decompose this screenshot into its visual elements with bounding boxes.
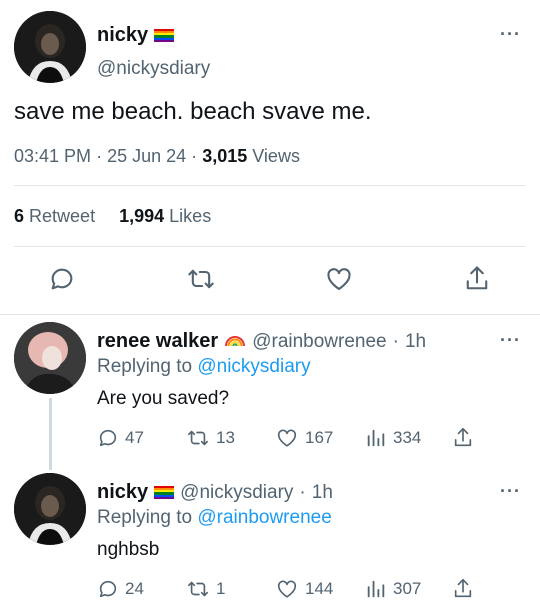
reply-author-handle[interactable]: @rainbowrenee (252, 331, 386, 353)
replying-to-link[interactable]: @nickysdiary (197, 356, 310, 377)
replying-label: Replying to (97, 507, 193, 528)
replying-to: Replying to @nickysdiary (97, 356, 311, 378)
retweet-icon[interactable] (186, 578, 210, 600)
pride-flag-icon (154, 29, 175, 42)
retweet-count: 13 (216, 428, 235, 447)
share-icon[interactable] (452, 577, 474, 606)
views-count: 307 (393, 579, 422, 598)
replying-to-link[interactable]: @rainbowrenee (197, 507, 331, 528)
views-action[interactable]: 334 (365, 427, 421, 449)
like-icon[interactable] (275, 427, 299, 449)
reply-action[interactable]: 24 (97, 578, 144, 600)
reply-author-handle[interactable]: @nickysdiary (180, 482, 293, 504)
like-count: 167 (305, 428, 334, 447)
retweets-label: Retweet (29, 206, 96, 226)
reply-action[interactable]: 47 (97, 427, 144, 449)
share-icon[interactable] (463, 264, 491, 299)
like-action[interactable]: 144 (275, 578, 333, 600)
separator-dot: · (392, 330, 399, 352)
pride-flag-icon (154, 486, 175, 499)
reply-icon[interactable] (97, 427, 119, 449)
views-icon[interactable] (365, 427, 387, 449)
views-count: 3,015 (202, 146, 248, 166)
avatar[interactable] (14, 322, 86, 394)
replying-label: Replying to (97, 356, 193, 377)
retweet-icon[interactable] (186, 427, 210, 449)
retweet-action[interactable]: 13 (186, 427, 235, 449)
likes-count: 1,994 (119, 206, 165, 226)
views-count: 334 (393, 428, 422, 447)
author-handle[interactable]: @nickysdiary (97, 58, 210, 80)
tweet-date[interactable]: 25 Jun 24 (107, 146, 186, 166)
retweets-stat[interactable]: 6 Retweet (14, 206, 95, 226)
retweet-action[interactable]: 1 (186, 578, 225, 600)
retweet-icon[interactable] (186, 265, 216, 298)
author-name[interactable]: nicky (97, 24, 148, 47)
reply-text: nghbsb (97, 539, 160, 560)
likes-label: Likes (169, 206, 212, 226)
share-icon[interactable] (452, 426, 474, 455)
reply-count: 24 (125, 579, 144, 598)
tweet-time[interactable]: 03:41 PM (14, 146, 91, 166)
likes-stat[interactable]: 1,994 Likes (119, 206, 211, 226)
rainbow-icon (224, 331, 246, 352)
like-icon[interactable] (275, 578, 299, 600)
separator-dot: · (299, 481, 306, 503)
retweet-count: 1 (216, 579, 226, 598)
more-icon[interactable]: ··· (500, 330, 521, 351)
divider (14, 185, 526, 186)
like-action[interactable]: 167 (275, 427, 333, 449)
divider (0, 314, 540, 315)
more-icon[interactable]: ··· (500, 24, 521, 45)
reply-time[interactable]: 1h (312, 482, 333, 504)
reply-author-name[interactable]: nicky (97, 481, 148, 504)
divider (14, 246, 526, 247)
views-action[interactable]: 307 (365, 578, 421, 600)
reply-count: 47 (125, 428, 144, 447)
views-icon[interactable] (365, 578, 387, 600)
reply-icon[interactable] (48, 265, 76, 298)
avatar[interactable] (14, 11, 86, 83)
reply-author-name[interactable]: renee walker (97, 330, 218, 353)
replying-to: Replying to @rainbowrenee (97, 507, 332, 529)
reply-time[interactable]: 1h (405, 331, 426, 353)
tweet-text: save me beach. beach svave me. (14, 98, 372, 125)
more-icon[interactable]: ··· (500, 481, 521, 502)
tweet-meta: 03:41 PM · 25 Jun 24 · 3,015 Views (14, 146, 300, 167)
like-count: 144 (305, 579, 334, 598)
thread-line (49, 398, 52, 470)
retweets-count: 6 (14, 206, 25, 226)
views-label: Views (252, 146, 300, 166)
separator-dot: · (191, 146, 198, 166)
reply-text: Are you saved? (97, 388, 230, 409)
engagement-stats: 6 Retweet 1,994 Likes (14, 206, 211, 227)
like-icon[interactable] (325, 265, 353, 298)
avatar[interactable] (14, 473, 86, 545)
separator-dot: · (96, 146, 103, 166)
reply-icon[interactable] (97, 578, 119, 600)
